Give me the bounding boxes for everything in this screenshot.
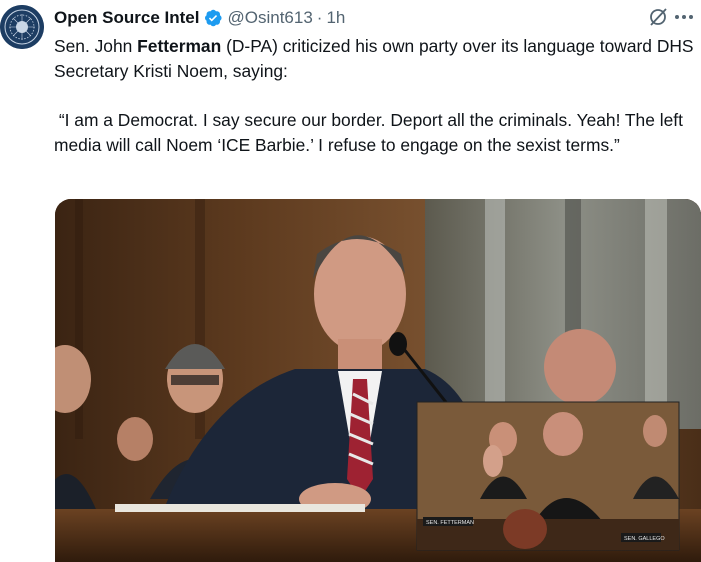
author-handle[interactable]: @Osint613 bbox=[227, 8, 312, 28]
avatar[interactable] bbox=[0, 5, 44, 49]
hearing-photo: SEN. FETTERMAN SEN. GALLEGO bbox=[55, 199, 701, 562]
text-part-1: Sen. John bbox=[54, 36, 138, 56]
tweet-media-image[interactable]: SEN. FETTERMAN SEN. GALLEGO bbox=[55, 199, 701, 562]
timestamp[interactable]: 1h bbox=[326, 8, 345, 28]
nameplate-main: SEN. FETTERMAN bbox=[426, 520, 474, 526]
separator-dot: · bbox=[316, 8, 323, 27]
grok-icon[interactable] bbox=[647, 6, 669, 28]
tweet-header: Open Source Intel @Osint613 · 1h bbox=[54, 6, 693, 30]
more-icon[interactable] bbox=[675, 9, 695, 25]
tweet-quote: “I am a Democrat. I say secure our borde… bbox=[54, 110, 683, 155]
text-bold-name: Fetterman bbox=[137, 36, 222, 56]
verified-badge-icon[interactable] bbox=[203, 8, 223, 28]
author-name[interactable]: Open Source Intel bbox=[54, 8, 199, 28]
tweet-text: Sen. John Fetterman (D-PA) criticized hi… bbox=[54, 34, 694, 157]
nameplate-side: SEN. GALLEGO bbox=[624, 536, 665, 542]
tweet-paragraph: Sen. John Fetterman (D-PA) criticized hi… bbox=[54, 34, 694, 83]
seal-logo bbox=[0, 5, 44, 49]
